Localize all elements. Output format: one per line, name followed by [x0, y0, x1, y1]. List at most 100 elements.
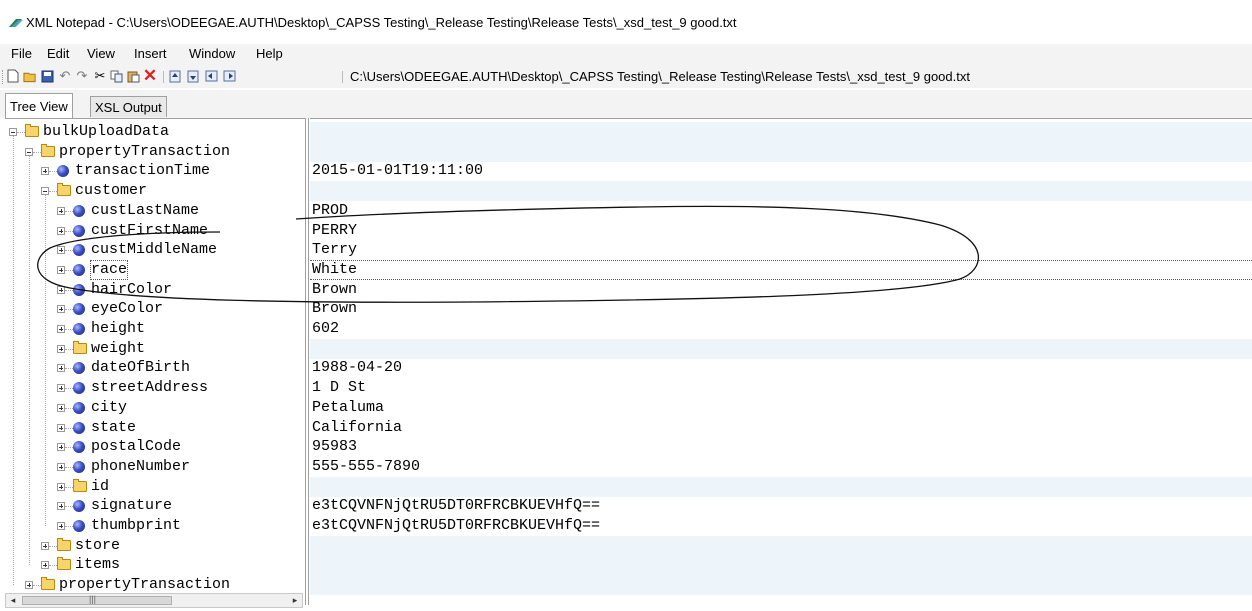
expand-icon[interactable] [57, 364, 65, 373]
tree-row[interactable]: race [5, 259, 308, 280]
node-name[interactable]: eyeColor [91, 300, 163, 318]
node-value[interactable]: PROD [312, 202, 348, 220]
value-row[interactable] [310, 575, 1252, 596]
nudge-right-icon[interactable] [222, 69, 236, 83]
value-row[interactable] [310, 476, 1252, 497]
value-row[interactable]: 1988-04-20 [310, 358, 1252, 378]
scroll-right-icon[interactable]: ▸ [288, 594, 302, 607]
node-name[interactable]: customer [75, 182, 147, 200]
node-value[interactable]: 555-555-7890 [312, 458, 420, 476]
nudge-left-icon[interactable] [204, 69, 218, 83]
node-value[interactable]: Petaluma [312, 399, 384, 417]
tree-row[interactable]: custLastName [5, 201, 308, 221]
node-name[interactable]: bulkUploadData [43, 123, 169, 141]
tree-row[interactable]: custMiddleName [5, 240, 308, 260]
new-file-icon[interactable] [6, 69, 20, 83]
copy-icon[interactable] [109, 69, 123, 83]
tab-tree-view[interactable]: Tree View [5, 93, 73, 118]
cut-icon[interactable]: ✂ [93, 69, 107, 83]
node-name[interactable]: hairColor [91, 281, 172, 299]
value-row[interactable] [310, 555, 1252, 576]
expand-icon[interactable] [41, 541, 49, 550]
value-row[interactable] [310, 181, 1252, 202]
value-row[interactable]: Terry [310, 240, 1252, 260]
node-name[interactable]: custFirstName [91, 222, 208, 240]
expand-icon[interactable] [41, 561, 49, 570]
open-folder-icon[interactable] [23, 69, 37, 83]
delete-icon[interactable]: ✕ [143, 67, 157, 84]
node-value[interactable]: 95983 [312, 438, 357, 456]
node-name[interactable]: state [91, 419, 136, 437]
expand-icon[interactable] [57, 246, 65, 255]
value-pane[interactable]: 2015-01-01T19:11:00 PROD PERRY Terry White Br… [310, 118, 1252, 606]
node-value[interactable]: 602 [312, 320, 339, 338]
value-row[interactable]: White [310, 259, 1252, 280]
tree-row[interactable]: propertyTransaction [5, 142, 308, 162]
node-name[interactable]: custMiddleName [91, 241, 217, 259]
menu-edit[interactable]: Edit [47, 46, 69, 61]
node-name[interactable]: postalCode [91, 438, 181, 456]
tree-row[interactable]: eyeColor [5, 299, 308, 319]
nudge-up-icon[interactable] [168, 69, 182, 83]
node-name[interactable]: phoneNumber [91, 458, 190, 476]
value-row[interactable]: Brown [310, 299, 1252, 319]
node-name[interactable]: thumbprint [91, 517, 181, 535]
value-row[interactable]: California [310, 418, 1252, 438]
menu-window[interactable]: Window [189, 46, 235, 61]
tree-row[interactable]: thumbprint [5, 516, 308, 536]
expand-icon[interactable] [57, 344, 65, 353]
value-row[interactable]: 95983 [310, 437, 1252, 457]
node-name[interactable]: custLastName [91, 202, 199, 220]
value-row[interactable]: PERRY [310, 221, 1252, 241]
tree-row[interactable]: store [5, 536, 308, 556]
expand-icon[interactable] [57, 482, 65, 491]
tree-row[interactable]: weight [5, 339, 308, 359]
value-row[interactable] [310, 141, 1252, 162]
value-row[interactable]: PROD [310, 201, 1252, 221]
value-row[interactable] [310, 338, 1252, 359]
tree-row[interactable]: phoneNumber [5, 457, 308, 477]
tree-row[interactable]: hairColor [5, 280, 308, 300]
value-row[interactable]: e3tCQVNFNjQtRU5DT0RFRCBKUEVHfQ== [310, 516, 1252, 536]
node-value[interactable]: 1 D St [312, 379, 366, 397]
node-name[interactable]: id [91, 478, 109, 496]
expand-icon[interactable] [57, 522, 65, 530]
node-name[interactable]: store [75, 537, 120, 555]
value-row[interactable] [310, 122, 1252, 142]
pane-splitter[interactable] [305, 118, 309, 605]
collapse-icon[interactable] [41, 187, 49, 196]
menu-view[interactable]: View [87, 46, 115, 61]
value-row[interactable]: Brown [310, 280, 1252, 300]
expand-icon[interactable] [57, 226, 65, 235]
node-name[interactable]: dateOfBirth [91, 359, 190, 377]
redo-icon[interactable]: ↷ [75, 69, 89, 83]
tree-row[interactable]: postalCode [5, 437, 308, 457]
tree-row[interactable]: state [5, 418, 308, 438]
tree-row[interactable]: bulkUploadData [5, 122, 308, 142]
expand-icon[interactable] [57, 423, 65, 432]
node-value[interactable]: Brown [312, 300, 357, 318]
value-row[interactable]: e3tCQVNFNjQtRU5DT0RFRCBKUEVHfQ== [310, 496, 1252, 516]
menu-insert[interactable]: Insert [134, 46, 167, 61]
node-name[interactable]: streetAddress [91, 379, 208, 397]
node-name[interactable]: propertyTransaction [59, 576, 230, 594]
value-row[interactable]: 555-555-7890 [310, 457, 1252, 477]
node-value[interactable]: California [312, 419, 402, 437]
expand-icon[interactable] [57, 384, 65, 393]
value-row[interactable]: 602 [310, 319, 1252, 339]
tree-row[interactable]: signature [5, 496, 308, 516]
tree-row[interactable]: dateOfBirth [5, 358, 308, 378]
value-row[interactable]: 1 D St [310, 378, 1252, 398]
collapse-icon[interactable] [25, 147, 33, 156]
node-name[interactable]: items [75, 556, 120, 574]
expand-icon[interactable] [57, 462, 65, 471]
node-name[interactable]: race [89, 259, 129, 280]
value-row[interactable] [310, 535, 1252, 556]
expand-icon[interactable] [41, 167, 49, 176]
node-name[interactable]: weight [91, 340, 145, 358]
menu-help[interactable]: Help [256, 46, 283, 61]
tree-row[interactable]: height [5, 319, 308, 339]
expand-icon[interactable] [57, 443, 65, 452]
tree-row[interactable]: customer [5, 181, 308, 201]
tree-row[interactable]: items [5, 555, 308, 575]
